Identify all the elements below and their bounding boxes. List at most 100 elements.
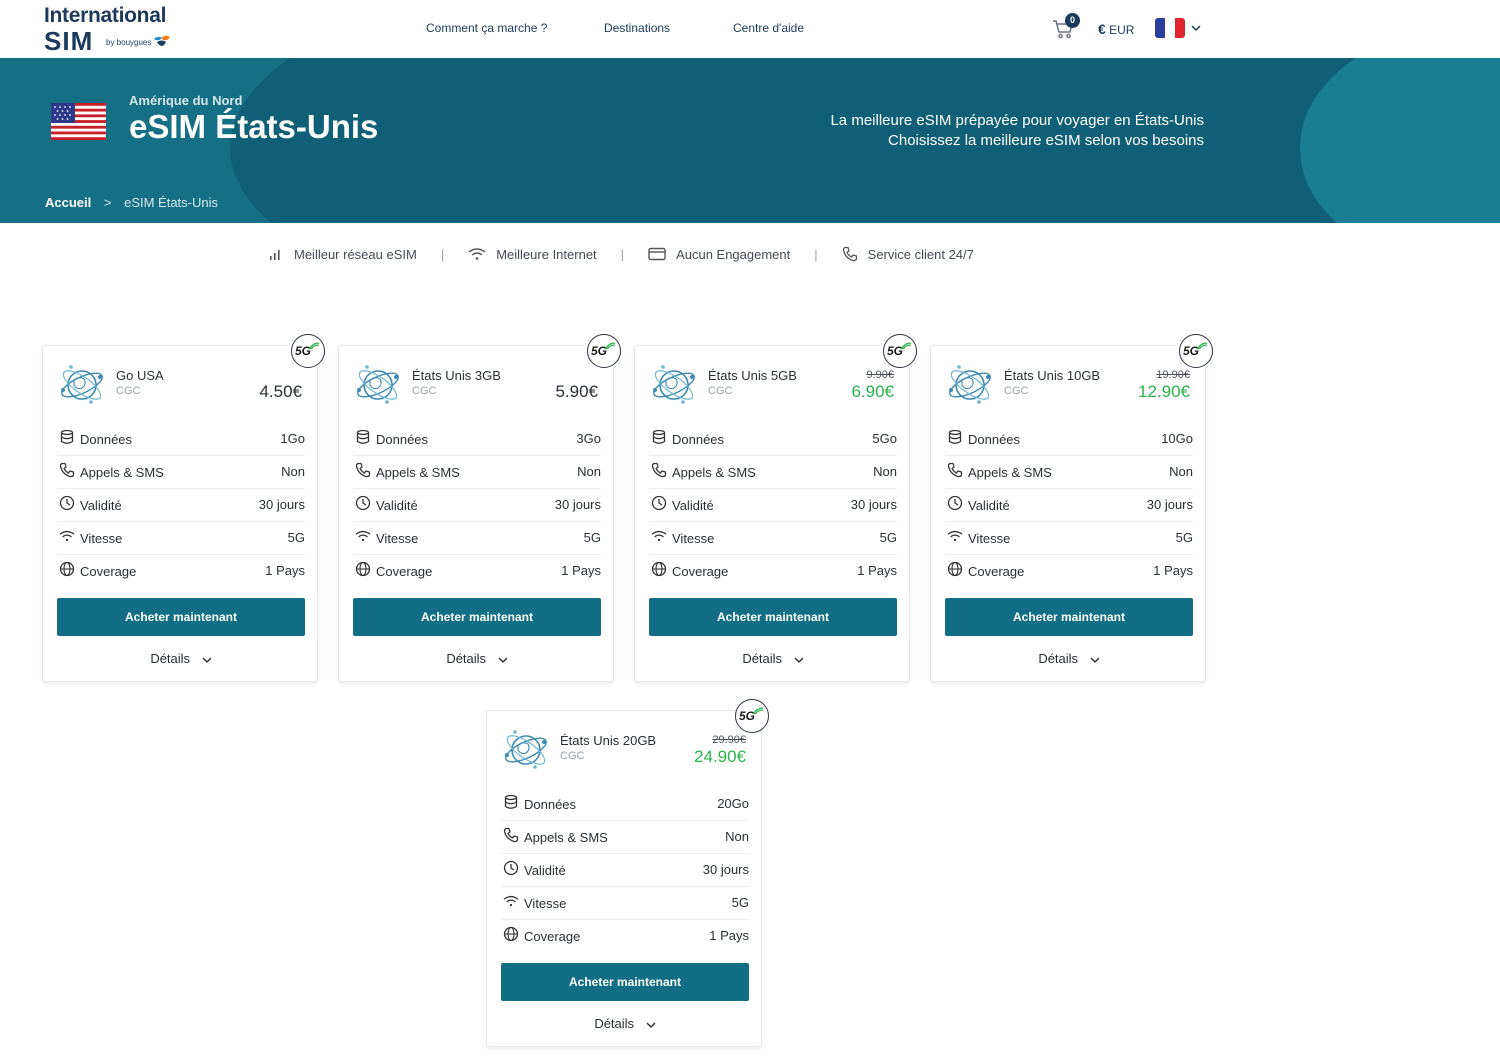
spec-label: Validité <box>672 498 714 513</box>
buy-now-button[interactable]: Acheter maintenant <box>57 598 305 636</box>
details-label: Détails <box>742 651 783 666</box>
feature-label: Meilleur réseau eSIM <box>294 246 417 262</box>
5g-badge: 5G <box>735 699 769 733</box>
details-label: Détails <box>446 651 487 666</box>
spec-row-calls: Appels & SMS Non <box>501 821 749 854</box>
clock-icon <box>59 495 75 511</box>
plan-terms-link[interactable]: CGC <box>116 385 140 397</box>
spec-label: Données <box>968 432 1021 447</box>
signal-waves-icon <box>900 342 912 350</box>
plan-specs: Données 1Go Appels & SMS Non Validité 30… <box>57 423 305 588</box>
chevron-down-icon <box>202 657 212 663</box>
feature-label: Meilleure Internet <box>496 246 597 262</box>
spec-row-speed: Vitesse 5G <box>945 522 1193 555</box>
spec-value-coverage: 1 Pays <box>709 928 749 943</box>
plan-name: États Unis 20GB <box>560 733 657 748</box>
plan-terms-link[interactable]: CGC <box>412 385 436 397</box>
hero-tagline-line2: Choisissez la meilleure eSIM selon vos b… <box>888 132 1204 149</box>
breadcrumb-home[interactable]: Accueil <box>45 195 91 210</box>
plan-price: 5.90€ <box>555 382 598 401</box>
french-flag-icon[interactable] <box>1155 18 1185 38</box>
details-toggle[interactable]: Détails <box>43 651 319 666</box>
plan-terms-link[interactable]: CGC <box>708 385 732 397</box>
globe-network-icon <box>357 365 399 404</box>
signal-waves-icon <box>752 707 764 715</box>
details-toggle[interactable]: Détails <box>635 651 911 666</box>
spec-label: Validité <box>968 498 1010 513</box>
plan-card-3: 5G États Unis 5GB CGC 9.90€ 6.90€ Donnée… <box>634 334 917 682</box>
top-navigation-bar: International SIM by bouygues Comment ça… <box>0 0 1500 58</box>
nav-how-it-works[interactable]: Comment ça marche ? <box>426 21 547 35</box>
plan-card-2: 5G États Unis 3GB CGC 5.90€ Données 3Go … <box>338 334 621 682</box>
currency-selector[interactable]: € EUR <box>1098 21 1134 37</box>
5g-badge: 5G <box>587 334 621 368</box>
plan-terms-link[interactable]: CGC <box>1004 385 1028 397</box>
spec-row-coverage: Coverage 1 Pays <box>57 555 305 588</box>
spec-value-validity: 30 jours <box>554 497 601 512</box>
phone-icon <box>59 462 75 478</box>
wifi-icon <box>947 530 963 542</box>
phone-icon <box>355 462 371 478</box>
details-toggle[interactable]: Détails <box>487 1016 763 1031</box>
spec-row-coverage: Coverage 1 Pays <box>353 555 601 588</box>
nav-help-center[interactable]: Centre d'aide <box>733 21 804 35</box>
spec-label: Vitesse <box>80 531 123 546</box>
details-toggle[interactable]: Détails <box>931 651 1207 666</box>
spec-value-data: 5Go <box>872 431 897 446</box>
database-icon <box>652 429 666 444</box>
plan-name: États Unis 3GB <box>412 368 501 383</box>
globe-network-icon <box>505 730 547 769</box>
spec-row-coverage: Coverage 1 Pays <box>501 920 749 953</box>
cart-count-badge: 0 <box>1065 13 1080 28</box>
spec-row-data: Données 20Go <box>501 788 749 821</box>
nav-destinations[interactable]: Destinations <box>604 21 670 35</box>
wifi-icon <box>59 530 75 542</box>
spec-row-coverage: Coverage 1 Pays <box>649 555 897 588</box>
spec-value-speed: 5G <box>583 530 601 545</box>
spec-value-calls: Non <box>1169 464 1193 479</box>
wifi-icon <box>355 530 371 542</box>
spec-label: Vitesse <box>672 531 715 546</box>
buy-now-button[interactable]: Acheter maintenant <box>945 598 1193 636</box>
spec-value-coverage: 1 Pays <box>265 563 305 578</box>
5g-badge: 5G <box>1179 334 1213 368</box>
buy-now-button[interactable]: Acheter maintenant <box>501 963 749 1001</box>
spec-value-validity: 30 jours <box>258 497 305 512</box>
plan-terms-link[interactable]: CGC <box>560 750 584 762</box>
plan-specs: Données 20Go Appels & SMS Non Validité 3… <box>501 788 749 953</box>
plan-card-5: 5G États Unis 20GB CGC 29.90€ 24.90€ Don… <box>486 699 769 1047</box>
details-toggle[interactable]: Détails <box>339 651 615 666</box>
breadcrumb-current: eSIM États-Unis <box>124 195 219 210</box>
database-icon <box>60 429 74 444</box>
wifi-icon <box>503 895 519 907</box>
5g-badge: 5G <box>291 334 325 368</box>
database-icon <box>948 429 962 444</box>
spec-label: Coverage <box>524 929 581 944</box>
plan-card-1: 5G Go USA CGC 4.50€ Données 1Go Appels &… <box>42 334 325 682</box>
chevron-down-icon[interactable] <box>1191 23 1201 33</box>
spec-row-calls: Appels & SMS Non <box>649 456 897 489</box>
plan-specs: Données 5Go Appels & SMS Non Validité 30… <box>649 423 897 588</box>
spec-value-calls: Non <box>281 464 305 479</box>
currency-code: EUR <box>1109 23 1135 37</box>
buy-now-button[interactable]: Acheter maintenant <box>353 598 601 636</box>
breadcrumb: Accueil > eSIM États-Unis <box>45 195 218 210</box>
spec-row-data: Données 3Go <box>353 423 601 456</box>
spec-label: Appels & SMS <box>80 465 164 480</box>
plan-price: 24.90€ <box>694 747 746 766</box>
spec-label: Appels & SMS <box>968 465 1052 480</box>
chevron-down-icon <box>794 657 804 663</box>
chevron-down-icon <box>1090 657 1100 663</box>
buy-now-button[interactable]: Acheter maintenant <box>649 598 897 636</box>
international-sim-logo[interactable]: International SIM by bouygues <box>44 4 184 56</box>
feature-label: Service client 24/7 <box>867 246 974 262</box>
spec-row-coverage: Coverage 1 Pays <box>945 555 1193 588</box>
spec-row-validity: Validité 30 jours <box>57 489 305 522</box>
spec-value-data: 3Go <box>576 431 601 446</box>
spec-label: Données <box>376 432 429 447</box>
signal-waves-icon <box>604 342 616 350</box>
euro-icon: € <box>1098 21 1106 37</box>
spec-label: Appels & SMS <box>524 830 608 845</box>
spec-value-calls: Non <box>873 464 897 479</box>
signal-bars-icon <box>270 250 280 260</box>
